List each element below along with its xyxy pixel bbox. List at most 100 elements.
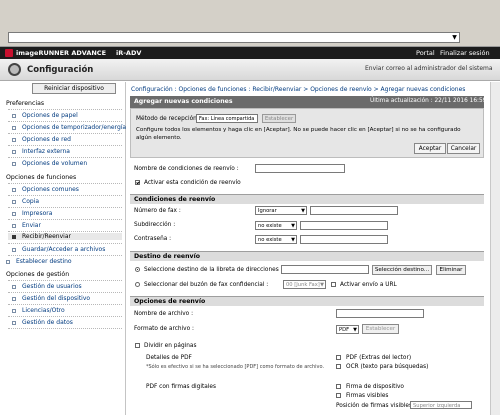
subaddress-select[interactable]: no existe ▼ <box>255 221 297 230</box>
address-book-radio[interactable] <box>135 267 140 272</box>
divider <box>8 157 122 158</box>
form-title: Agregar nuevas condiciones <box>134 98 233 105</box>
condition-name-input[interactable] <box>255 164 345 173</box>
sidebar-item-receive-forward[interactable]: Recibir/Reenviar <box>8 233 122 240</box>
bullet-icon <box>12 234 16 239</box>
select-value: PDF <box>339 327 350 333</box>
model-name: iR-ADV <box>116 49 142 57</box>
file-format-select[interactable]: PDF ▼ <box>336 325 359 334</box>
accept-button[interactable]: Aceptar <box>414 143 446 154</box>
select-value: Fax: Línea compartida <box>199 116 255 122</box>
portal-link[interactable]: Portal <box>416 49 435 57</box>
sidebar-item-volume[interactable]: Opciones de volumen <box>12 160 87 167</box>
divider <box>8 280 122 281</box>
logout-link[interactable]: Finalizar sesión <box>440 49 490 57</box>
password-select[interactable]: no existe ▼ <box>255 235 297 244</box>
divider <box>8 255 122 256</box>
address-bar[interactable] <box>8 32 460 43</box>
divider <box>8 243 122 244</box>
page-title: Configuración <box>27 65 94 75</box>
subaddress-input[interactable] <box>300 221 388 230</box>
visible-signatures-checkbox[interactable] <box>336 393 341 398</box>
sidebar-item-users[interactable]: Gestión de usuarios <box>12 283 82 290</box>
confidential-box-select[interactable]: 00 [Junk Fax] ▼ <box>283 280 326 289</box>
sidebar-item-label: Opciones de red <box>22 136 71 143</box>
file-name-label: Nombre de archivo : <box>134 311 194 317</box>
breadcrumb[interactable]: Configuración : Opciones de funciones : … <box>131 86 465 93</box>
confidential-box-label: Seleccionar del buzón de fax confidencia… <box>144 282 269 288</box>
divider <box>8 109 122 110</box>
pdf-reader-extras-label: PDF (Extras del lector) <box>346 355 412 361</box>
bullet-icon <box>12 187 16 192</box>
destination-input[interactable] <box>281 265 369 274</box>
bullet-icon <box>12 149 16 154</box>
select-value: Superior izquierda <box>413 403 461 409</box>
pdf-details-note: *Sólo es efectivo si se ha seleccionado … <box>146 364 325 370</box>
restart-button[interactable]: Reiniciar dispositivo <box>32 83 116 94</box>
chevron-down-icon: ▼ <box>320 282 324 288</box>
format-set-button[interactable]: Establecer <box>362 324 399 334</box>
sidebar-section-functions: Opciones de funciones <box>6 174 77 181</box>
device-signature-checkbox[interactable] <box>336 384 341 389</box>
sidebar-item-licenses[interactable]: Licencias/Otro <box>12 307 65 314</box>
ocr-checkbox[interactable] <box>336 364 341 369</box>
divider <box>8 183 122 184</box>
fax-number-select[interactable]: Ignorar ▼ <box>255 206 307 215</box>
signature-position-select[interactable]: Superior izquierda <box>410 401 472 409</box>
device-signature-label: Firma de dispositivo <box>346 384 404 390</box>
activate-condition-label: Activar esta condición de reenvío <box>144 180 241 186</box>
password-label: Contraseña : <box>134 236 172 242</box>
divider <box>8 292 122 293</box>
select-destination-button[interactable]: Selección destino... <box>372 265 432 275</box>
cancel-button[interactable]: Cancelar <box>447 143 480 154</box>
activate-condition-checkbox[interactable] <box>135 180 140 185</box>
options-section-header: Opciones de reenvío <box>130 296 484 306</box>
sidebar-item-label: Establecer destino <box>16 258 72 265</box>
set-method-button[interactable]: Establecer <box>262 114 296 123</box>
sidebar-item-store-access[interactable]: Guardar/Acceder a archivos <box>12 246 105 253</box>
confidential-box-radio[interactable] <box>135 282 140 287</box>
last-updated: Última actualización : 22/11 2016 16:59:… <box>370 98 496 104</box>
sidebar-item-data[interactable]: Gestión de datos <box>12 319 73 326</box>
subaddress-label: Subdirección : <box>134 222 176 228</box>
ocr-label: OCR (texto para búsquedas) <box>346 364 429 370</box>
gear-icon <box>8 63 21 76</box>
chevron-down-icon: ▼ <box>353 327 357 333</box>
mail-admin-link[interactable]: Enviar correo al administrador del siste… <box>365 65 493 72</box>
sidebar-item-common[interactable]: Opciones comunes <box>12 186 79 193</box>
sidebar-item-device[interactable]: Gestión del dispositivo <box>12 295 90 302</box>
chevron-down-icon: ▼ <box>291 223 295 229</box>
bullet-icon <box>12 247 16 252</box>
destination-section-header: Destino de reenvío <box>130 251 484 261</box>
sidebar-item-copy[interactable]: Copia <box>12 198 39 205</box>
bullet-icon <box>6 259 10 264</box>
divider <box>8 145 122 146</box>
sidebar-item-interface[interactable]: Interfaz externa <box>12 148 70 155</box>
fax-number-input[interactable] <box>310 206 398 215</box>
delete-button[interactable]: Eliminar <box>436 265 466 275</box>
address-dropdown-icon[interactable]: ▼ <box>450 33 459 42</box>
brand-bar: imageRUNNER ADVANCE iR-ADV Portal Finali… <box>0 47 500 59</box>
signature-position-label: Posición de firmas visibles <box>336 403 412 409</box>
sidebar-item-printer[interactable]: Impresora <box>12 210 52 217</box>
divider <box>8 121 122 122</box>
reception-method-select[interactable]: Fax: Línea compartida <box>196 114 258 123</box>
reception-method-label: Método de recepción : <box>136 116 201 122</box>
sidebar-item-network[interactable]: Opciones de red <box>12 136 71 143</box>
divider <box>8 195 122 196</box>
bullet-icon <box>12 320 16 325</box>
sidebar-item-send[interactable]: Enviar <box>12 222 41 229</box>
enable-url-checkbox[interactable] <box>331 282 336 287</box>
vertical-scrollbar[interactable] <box>490 82 500 415</box>
bullet-icon <box>12 199 16 204</box>
file-name-input[interactable] <box>336 309 424 318</box>
split-pages-checkbox[interactable] <box>135 343 140 348</box>
sidebar-item-set-destination[interactable]: Establecer destino <box>6 258 72 265</box>
pdf-reader-extras-checkbox[interactable] <box>336 355 341 360</box>
sidebar-item-label: Gestión del dispositivo <box>22 295 91 302</box>
bullet-icon <box>12 296 16 301</box>
divider <box>8 304 122 305</box>
sidebar-item-timer[interactable]: Opciones de temporizador/energía <box>12 124 126 131</box>
sidebar-item-paper[interactable]: Opciones de papel <box>12 112 78 119</box>
password-input[interactable] <box>300 235 388 244</box>
